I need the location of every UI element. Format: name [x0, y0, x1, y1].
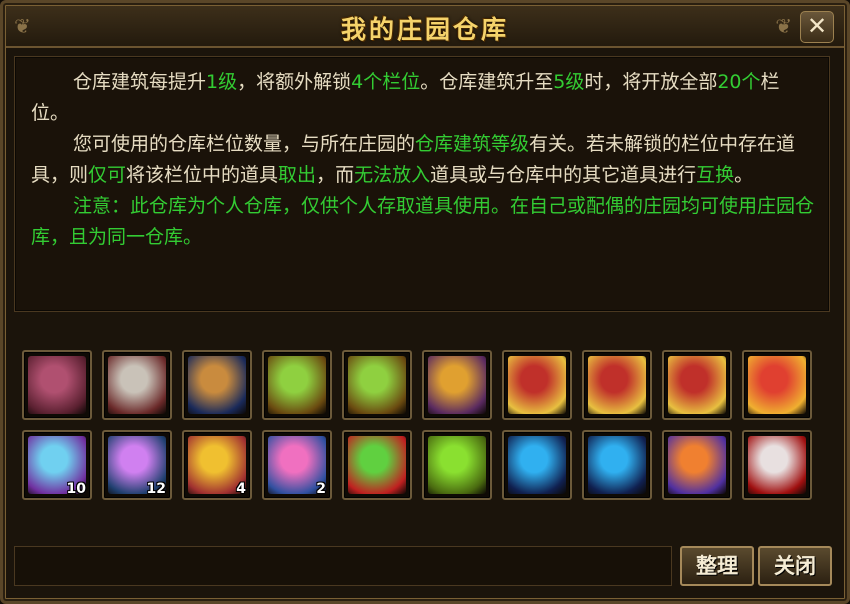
white-horse-icon: [108, 356, 166, 414]
fire-orbs-icon: [668, 436, 726, 494]
item-slot[interactable]: [102, 350, 172, 420]
footer-bar: [14, 546, 672, 586]
item-quantity: 10: [66, 481, 86, 497]
item-quantity: 12: [146, 481, 166, 497]
info-text-segment: 。仓库建筑升至: [420, 71, 554, 93]
red-book-icon: [508, 356, 566, 414]
gem-bracelet-icon: [28, 356, 86, 414]
info-text-segment: 4个栏位: [351, 71, 421, 93]
item-slot[interactable]: [422, 350, 492, 420]
item-slot[interactable]: [502, 430, 572, 500]
item-slot[interactable]: [582, 350, 652, 420]
info-text-segment: 20个: [717, 71, 761, 93]
info-text-segment: 注意：此仓库为个人仓库，仅供个人存取道具使用。在自己或配偶的庄园均可使用庄园仓库…: [31, 195, 815, 248]
info-text-segment: 取出: [278, 164, 317, 186]
green-bamboo-icon: [268, 356, 326, 414]
info-text-segment: 仅可: [88, 164, 127, 186]
info-text-segment: 仓库建筑等级: [415, 133, 530, 155]
close-x-button[interactable]: ✕: [800, 11, 834, 43]
green-bamboo-icon: [348, 356, 406, 414]
red-book-icon: [668, 356, 726, 414]
close-button[interactable]: 关闭: [758, 546, 832, 586]
item-slot[interactable]: [182, 350, 252, 420]
orb-in-hand-icon: [508, 436, 566, 494]
gift-box-icon: [748, 356, 806, 414]
item-slot[interactable]: [342, 350, 412, 420]
red-book-icon: [588, 356, 646, 414]
item-quantity: 4: [236, 481, 246, 497]
info-paragraph-1: 仓库建筑每提升1级，将额外解锁4个栏位。仓库建筑升至5级时，将开放全部20个栏位…: [31, 67, 815, 129]
info-paragraph-3: 注意：此仓库为个人仓库，仅供个人存取道具使用。在自己或配偶的庄园均可使用庄园仓库…: [31, 191, 815, 253]
sort-button[interactable]: 整理: [680, 546, 754, 586]
item-slot[interactable]: [22, 350, 92, 420]
green-tent-icon: [428, 436, 486, 494]
info-text-segment: 无法放入: [354, 164, 431, 186]
green-red-orb-icon: [348, 436, 406, 494]
item-slot[interactable]: 10: [22, 430, 92, 500]
item-slot[interactable]: 2: [262, 430, 332, 500]
claw-fang-icon: [188, 356, 246, 414]
info-text-segment: 时，将开放全部: [584, 71, 718, 93]
info-panel: 仓库建筑每提升1级，将额外解锁4个栏位。仓库建筑升至5级时，将开放全部20个栏位…: [14, 56, 830, 312]
item-slot[interactable]: [662, 430, 732, 500]
info-text-segment: 互换: [696, 164, 735, 186]
item-slot[interactable]: 12: [102, 430, 172, 500]
info-text-segment: 5级: [553, 71, 585, 93]
info-paragraph-2: 您可使用的仓库栏位数量，与所在庄园的仓库建筑等级有关。若未解锁的栏位中存在道具，…: [31, 129, 815, 191]
title-bar[interactable]: ❦ ❦ 我的庄园仓库 ✕: [6, 6, 844, 48]
info-text-segment: ，而: [316, 164, 355, 186]
item-slot[interactable]: [742, 430, 812, 500]
item-slot[interactable]: [582, 430, 652, 500]
item-slot[interactable]: [742, 350, 812, 420]
window-title: 我的庄园仓库: [340, 15, 509, 44]
item-slot[interactable]: [422, 430, 492, 500]
item-slot[interactable]: [262, 350, 332, 420]
golden-chest-icon: [428, 356, 486, 414]
orb-in-hand-icon: [588, 436, 646, 494]
info-text-segment: ，将额外解锁: [237, 71, 352, 93]
item-slot[interactable]: [342, 430, 412, 500]
item-slot[interactable]: [502, 350, 572, 420]
item-slot[interactable]: 4: [182, 430, 252, 500]
item-quantity: 2: [316, 481, 326, 497]
info-text-segment: 仓库建筑每提升: [73, 71, 207, 93]
blood-stone-icon: [748, 436, 806, 494]
info-text-segment: 道具或与仓库中的其它道具进行: [430, 164, 697, 186]
info-text-segment: 1级: [206, 71, 238, 93]
item-slot[interactable]: [662, 350, 732, 420]
info-text-segment: 您可使用的仓库栏位数量，与所在庄园的: [73, 133, 416, 155]
info-text-segment: 。: [734, 164, 754, 186]
info-text-segment: 将该栏位中的道具: [126, 164, 279, 186]
